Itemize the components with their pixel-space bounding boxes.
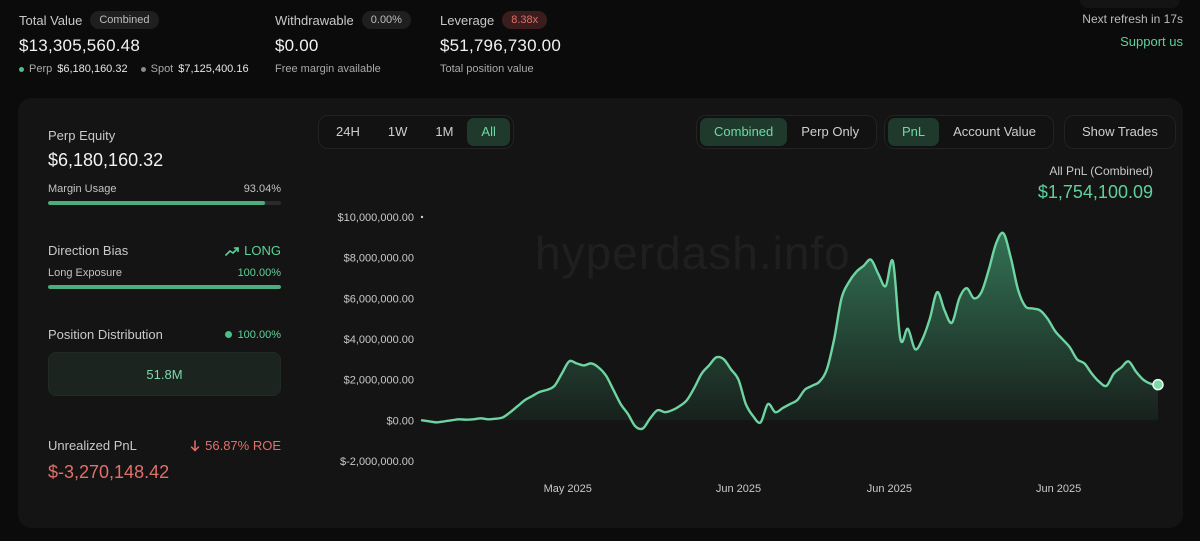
x-axis: May 2025 Jun 2025 Jun 2025 Jun 2025 <box>544 483 1082 495</box>
y-axis: $10,000,000.00 $8,000,000.00 $6,000,000.00… <box>338 212 414 468</box>
axis-top-dot <box>420 215 424 219</box>
y-tick-label: $8,000,000.00 <box>344 253 414 265</box>
x-tick-label: Jun 2025 <box>1036 483 1081 495</box>
x-tick-label: Jun 2025 <box>716 483 761 495</box>
y-tick-label: $0.00 <box>386 415 414 427</box>
y-tick-label: $6,000,000.00 <box>344 293 414 305</box>
pnl-area <box>422 232 1158 430</box>
pnl-endpoint-marker[interactable] <box>1152 378 1164 391</box>
pnl-chart[interactable]: $10,000,000.00 $8,000,000.00 $6,000,000.00… <box>0 0 1200 541</box>
y-tick-label: $2,000,000.00 <box>344 375 414 387</box>
y-tick-label: $10,000,000.00 <box>338 212 414 224</box>
y-tick-label: $4,000,000.00 <box>344 334 414 346</box>
y-tick-label: $-2,000,000.00 <box>340 456 414 468</box>
x-tick-label: May 2025 <box>544 483 592 495</box>
x-tick-label: Jun 2025 <box>867 483 912 495</box>
